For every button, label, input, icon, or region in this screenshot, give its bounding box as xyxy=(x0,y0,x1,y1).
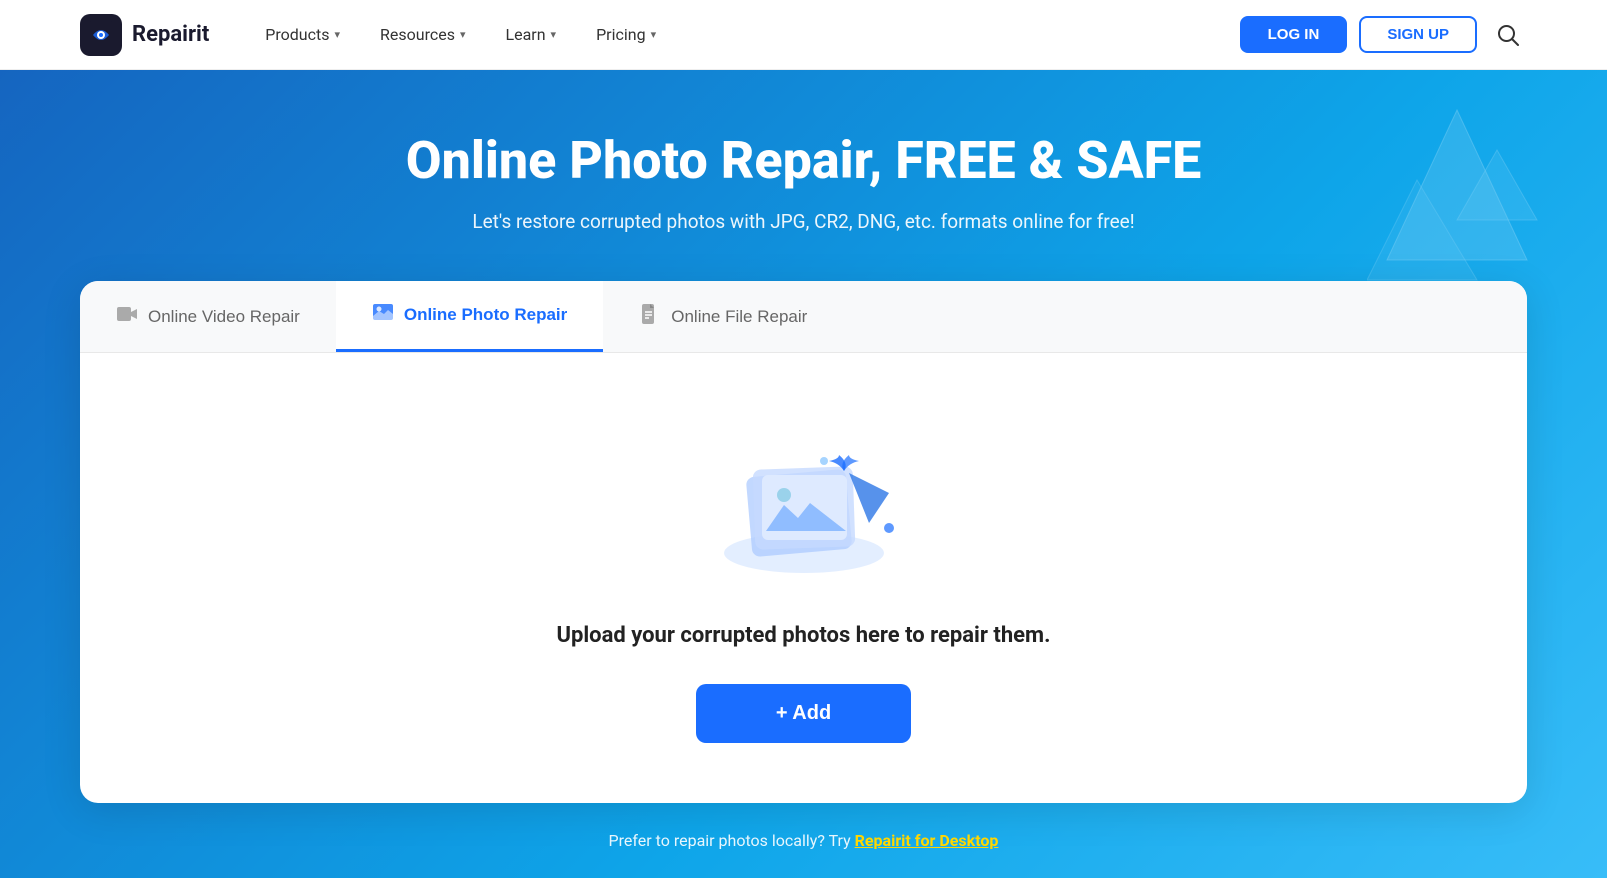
nav-products-label: Products xyxy=(265,25,329,44)
nav-item-pricing[interactable]: Pricing ▾ xyxy=(580,17,672,52)
login-button[interactable]: LOG IN xyxy=(1240,16,1348,53)
footer-desktop-text: Prefer to repair photos locally? Try Rep… xyxy=(80,803,1527,878)
brand-logo xyxy=(80,14,122,56)
nav-pricing-label: Pricing xyxy=(596,25,646,44)
tab-file-repair[interactable]: Online File Repair xyxy=(603,281,843,352)
card-body: Upload your corrupted photos here to rep… xyxy=(80,353,1527,803)
search-icon xyxy=(1497,24,1519,46)
video-icon xyxy=(116,303,138,331)
tab-video-repair[interactable]: Online Video Repair xyxy=(80,281,336,352)
chevron-down-icon: ▾ xyxy=(651,28,657,41)
add-files-button[interactable]: + Add xyxy=(696,684,911,743)
chevron-down-icon: ▾ xyxy=(551,28,557,41)
tab-photo-repair[interactable]: Online Photo Repair xyxy=(336,281,603,352)
chevron-down-icon: ▾ xyxy=(460,28,466,41)
hero-subtitle: Let's restore corrupted photos with JPG,… xyxy=(80,210,1527,233)
search-button[interactable] xyxy=(1489,16,1527,54)
tab-video-label: Online Video Repair xyxy=(148,307,300,327)
nav-item-resources[interactable]: Resources ▾ xyxy=(364,17,481,52)
photo-icon xyxy=(372,301,394,329)
repairit-desktop-link[interactable]: Repairit for Desktop xyxy=(855,831,999,850)
file-icon xyxy=(639,303,661,331)
upload-illustration xyxy=(694,413,914,593)
signup-button[interactable]: SIGN UP xyxy=(1359,16,1477,53)
nav-item-products[interactable]: Products ▾ xyxy=(249,17,356,52)
chevron-down-icon: ▾ xyxy=(334,28,340,41)
nav-item-learn[interactable]: Learn ▾ xyxy=(489,17,572,52)
hero-title: Online Photo Repair, FREE & SAFE xyxy=(80,130,1527,192)
nav-links: Products ▾ Resources ▾ Learn ▾ Pricing ▾ xyxy=(249,17,1239,52)
navbar: Repairit Products ▾ Resources ▾ Learn ▾ … xyxy=(0,0,1607,70)
brand-name-text: Repairit xyxy=(132,22,209,47)
brand-logo-link[interactable]: Repairit xyxy=(80,14,209,56)
nav-resources-label: Resources xyxy=(380,25,455,44)
hero-section: Online Photo Repair, FREE & SAFE Let's r… xyxy=(0,70,1607,878)
repair-card: Online Video Repair Online Photo Repair xyxy=(80,281,1527,803)
nav-learn-label: Learn xyxy=(505,25,545,44)
navbar-actions: LOG IN SIGN UP xyxy=(1240,16,1527,54)
upload-instruction-text: Upload your corrupted photos here to rep… xyxy=(556,623,1050,648)
tab-photo-label: Online Photo Repair xyxy=(404,305,567,325)
tabs-container: Online Video Repair Online Photo Repair xyxy=(80,281,1527,353)
tab-file-label: Online File Repair xyxy=(671,307,807,327)
footer-static-text: Prefer to repair photos locally? Try xyxy=(609,831,855,850)
